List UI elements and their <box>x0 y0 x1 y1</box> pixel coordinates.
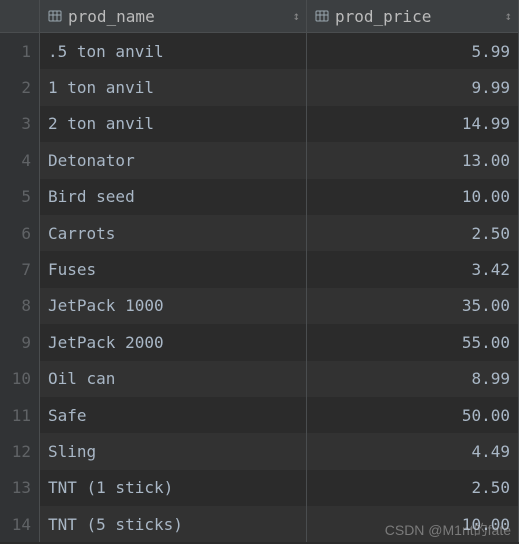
cell-prod-price[interactable]: 10.00 <box>307 506 519 542</box>
cell-prod-name[interactable]: Oil can <box>40 361 307 397</box>
cell-value: JetPack 2000 <box>48 333 164 352</box>
cell-value: 35.00 <box>462 296 510 315</box>
row-number: 1 <box>0 33 40 69</box>
row-number: 7 <box>0 251 40 287</box>
cell-prod-price[interactable]: 2.50 <box>307 215 519 251</box>
cell-value: 2 ton anvil <box>48 114 154 133</box>
cell-prod-name[interactable]: TNT (5 sticks) <box>40 506 307 542</box>
cell-value: 4.49 <box>471 442 510 461</box>
cell-prod-name[interactable]: Safe <box>40 397 307 433</box>
cell-value: 50.00 <box>462 406 510 425</box>
row-number: 8 <box>0 288 40 324</box>
cell-value: Safe <box>48 406 87 425</box>
row-number: 10 <box>0 361 40 397</box>
cell-prod-price[interactable]: 3.42 <box>307 251 519 287</box>
cell-prod-name[interactable]: 2 ton anvil <box>40 106 307 142</box>
row-number: 9 <box>0 324 40 360</box>
cell-value: Detonator <box>48 151 135 170</box>
cell-value: TNT (5 sticks) <box>48 515 183 534</box>
cell-value: 8.99 <box>471 369 510 388</box>
row-number: 2 <box>0 69 40 105</box>
cell-value: 3.42 <box>471 260 510 279</box>
cell-prod-price[interactable]: 4.49 <box>307 433 519 469</box>
cell-prod-name[interactable]: 1 ton anvil <box>40 69 307 105</box>
cell-value: 10.00 <box>462 187 510 206</box>
cell-prod-name[interactable]: Sling <box>40 433 307 469</box>
result-table: prod_name ↕ prod_price ↕ <box>0 0 519 33</box>
row-number: 6 <box>0 215 40 251</box>
cell-prod-price[interactable]: 10.00 <box>307 179 519 215</box>
cell-value: 2.50 <box>471 224 510 243</box>
cell-value: 14.99 <box>462 114 510 133</box>
cell-prod-price[interactable]: 13.00 <box>307 142 519 178</box>
cell-prod-price[interactable]: 35.00 <box>307 288 519 324</box>
cell-prod-name[interactable]: JetPack 1000 <box>40 288 307 324</box>
row-number: 14 <box>0 506 40 542</box>
cell-value: Bird seed <box>48 187 135 206</box>
cell-value: Oil can <box>48 369 115 388</box>
cell-value: 9.99 <box>471 78 510 97</box>
sort-icon[interactable]: ↕ <box>499 9 518 23</box>
cell-prod-price[interactable]: 5.99 <box>307 33 519 69</box>
column-label: prod_name <box>68 7 287 26</box>
cell-prod-price[interactable]: 8.99 <box>307 361 519 397</box>
cell-value: .5 ton anvil <box>48 42 164 61</box>
column-header-prod-price[interactable]: prod_price ↕ <box>307 0 519 33</box>
cell-prod-name[interactable]: JetPack 2000 <box>40 324 307 360</box>
cell-prod-name[interactable]: .5 ton anvil <box>40 33 307 69</box>
sort-icon[interactable]: ↕ <box>287 9 306 23</box>
row-number-header <box>0 0 40 33</box>
cell-prod-name[interactable]: TNT (1 stick) <box>40 470 307 506</box>
column-type-icon <box>315 9 329 23</box>
row-number: 12 <box>0 433 40 469</box>
cell-prod-name[interactable]: Detonator <box>40 142 307 178</box>
cell-value: 55.00 <box>462 333 510 352</box>
cell-value: 10.00 <box>462 515 510 534</box>
cell-value: Sling <box>48 442 96 461</box>
row-number: 4 <box>0 142 40 178</box>
cell-prod-price[interactable]: 50.00 <box>307 397 519 433</box>
cell-value: 5.99 <box>471 42 510 61</box>
cell-value: Carrots <box>48 224 115 243</box>
cell-value: 1 ton anvil <box>48 78 154 97</box>
cell-prod-name[interactable]: Bird seed <box>40 179 307 215</box>
cell-value: JetPack 1000 <box>48 296 164 315</box>
cell-value: 2.50 <box>471 478 510 497</box>
cell-value: Fuses <box>48 260 96 279</box>
row-number: 3 <box>0 106 40 142</box>
column-type-icon <box>48 9 62 23</box>
column-header-prod-name[interactable]: prod_name ↕ <box>40 0 307 33</box>
cell-prod-name[interactable]: Fuses <box>40 251 307 287</box>
row-number: 13 <box>0 470 40 506</box>
cell-prod-name[interactable]: Carrots <box>40 215 307 251</box>
row-number: 11 <box>0 397 40 433</box>
cell-prod-price[interactable]: 9.99 <box>307 69 519 105</box>
cell-prod-price[interactable]: 14.99 <box>307 106 519 142</box>
cell-value: 13.00 <box>462 151 510 170</box>
column-label: prod_price <box>335 7 499 26</box>
cell-value: TNT (1 stick) <box>48 478 173 497</box>
cell-prod-price[interactable]: 2.50 <box>307 470 519 506</box>
row-number: 5 <box>0 179 40 215</box>
cell-prod-price[interactable]: 55.00 <box>307 324 519 360</box>
